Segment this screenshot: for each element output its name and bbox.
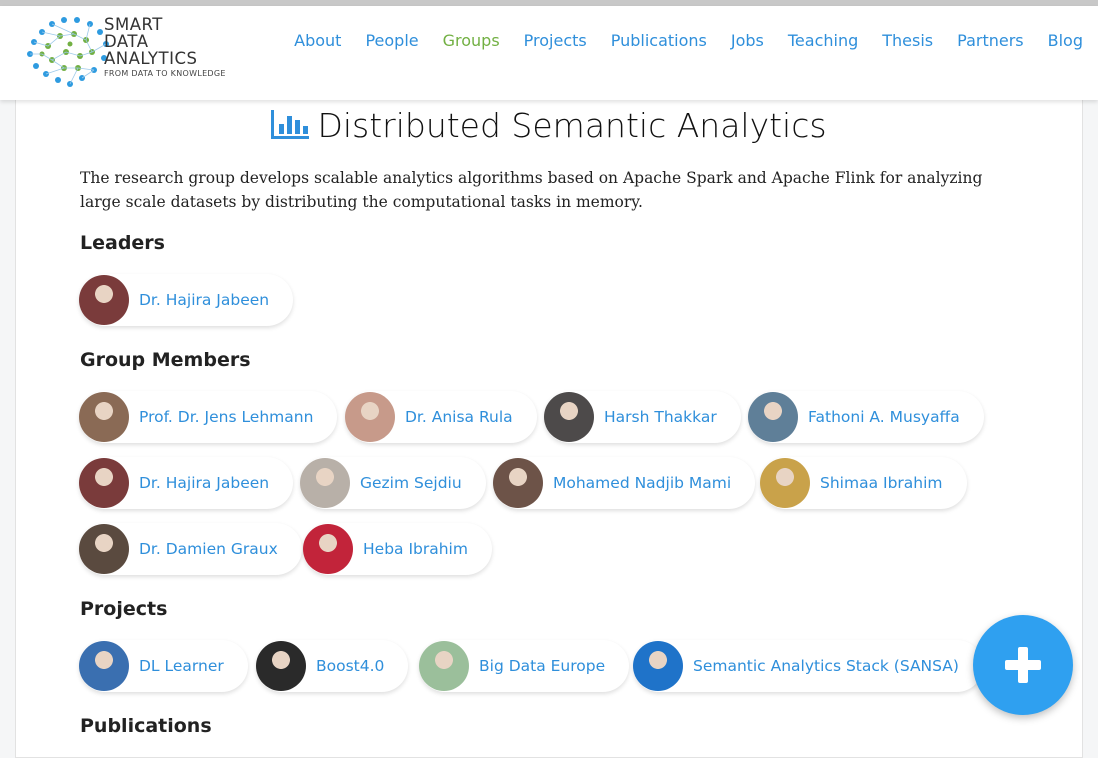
avatar (345, 392, 395, 442)
group-description: The research group develops scalable ana… (80, 169, 983, 211)
person-name: Shimaa Ibrahim (820, 474, 943, 492)
person-name: Dr. Hajira Jabeen (139, 474, 270, 492)
member-chip[interactable]: Fathoni A. Musyaffa (748, 391, 984, 443)
member-chip[interactable]: Prof. Dr. Jens Lehmann (79, 391, 338, 443)
project-logo (79, 641, 129, 691)
member-chip[interactable]: Heba Ibrahim (303, 523, 492, 575)
nav-blog[interactable]: Blog (1048, 31, 1083, 50)
nav-jobs[interactable]: Jobs (731, 31, 764, 50)
project-name: Semantic Analytics Stack (SANSA) (693, 657, 959, 675)
person-name: Gezim Sejdiu (360, 474, 462, 492)
section-projects: Projects (80, 598, 168, 620)
avatar (493, 458, 543, 508)
person-name: Prof. Dr. Jens Lehmann (139, 408, 314, 426)
project-name: DL Learner (139, 657, 224, 675)
project-logo (419, 641, 469, 691)
member-chip[interactable]: Dr. Damien Graux (79, 523, 302, 575)
project-name: Big Data Europe (479, 657, 606, 675)
member-chip[interactable]: Harsh Thakkar (544, 391, 741, 443)
add-button[interactable] (973, 615, 1073, 715)
nav-groups[interactable]: Groups (443, 31, 500, 50)
nav-teaching[interactable]: Teaching (788, 31, 858, 50)
nav-projects[interactable]: Projects (524, 31, 587, 50)
project-chip[interactable]: Big Data Europe (419, 640, 630, 692)
avatar (760, 458, 810, 508)
bar-chart-icon (271, 110, 310, 139)
nav-about[interactable]: About (294, 31, 341, 50)
nav-partners[interactable]: Partners (957, 31, 1023, 50)
avatar (303, 524, 353, 574)
brand-tagline: FROM DATA TO KNOWLEDGE (104, 69, 226, 78)
nav-thesis[interactable]: Thesis (882, 31, 933, 50)
project-logo (256, 641, 306, 691)
leader-chip[interactable]: Dr. Hajira Jabeen (79, 274, 294, 326)
member-chip[interactable]: Mohamed Nadjib Mami (493, 457, 756, 509)
avatar (79, 392, 129, 442)
section-publications: Publications (80, 715, 212, 737)
project-chip[interactable]: Boost4.0 (256, 640, 409, 692)
person-name: Dr. Anisa Rula (405, 408, 513, 426)
person-name: Mohamed Nadjib Mami (553, 474, 732, 492)
nav-people[interactable]: People (365, 31, 418, 50)
site-header: SMART DATA ANALYTICS FROM DATA TO KNOWLE… (0, 6, 1098, 100)
avatar (79, 275, 129, 325)
avatar (300, 458, 350, 508)
plus-icon (1005, 647, 1041, 683)
project-chip[interactable]: DL Learner (79, 640, 248, 692)
brand-line-2: DATA (104, 32, 149, 51)
person-name: Fathoni A. Musyaffa (808, 408, 960, 426)
person-name: Dr. Hajira Jabeen (139, 291, 270, 309)
project-chip[interactable]: Semantic Analytics Stack (SANSA) (633, 640, 983, 692)
section-leaders: Leaders (80, 232, 165, 254)
member-chip[interactable]: Dr. Hajira Jabeen (79, 457, 294, 509)
avatar (79, 458, 129, 508)
member-chip[interactable]: Shimaa Ibrahim (760, 457, 967, 509)
section-group-members: Group Members (80, 349, 251, 371)
avatar (79, 524, 129, 574)
nav-publications[interactable]: Publications (611, 31, 707, 50)
avatar (544, 392, 594, 442)
member-chip[interactable]: Dr. Anisa Rula (345, 391, 537, 443)
main-nav: About People Groups Projects Publication… (270, 31, 1083, 50)
page-title: Distributed Semantic Analytics (0, 106, 1098, 145)
member-chip[interactable]: Gezim Sejdiu (300, 457, 486, 509)
page-title-text: Distributed Semantic Analytics (317, 106, 827, 145)
project-name: Boost4.0 (316, 657, 385, 675)
brand-wordmark: SMART DATA ANALYTICS FROM DATA TO KNOWLE… (104, 16, 226, 78)
brand-line-1: SMART (104, 15, 163, 34)
person-name: Dr. Damien Graux (139, 540, 278, 558)
brand-line-3: ANALYTICS (104, 49, 198, 68)
person-name: Heba Ibrahim (363, 540, 468, 558)
person-name: Harsh Thakkar (604, 408, 717, 426)
project-logo (633, 641, 683, 691)
avatar (748, 392, 798, 442)
